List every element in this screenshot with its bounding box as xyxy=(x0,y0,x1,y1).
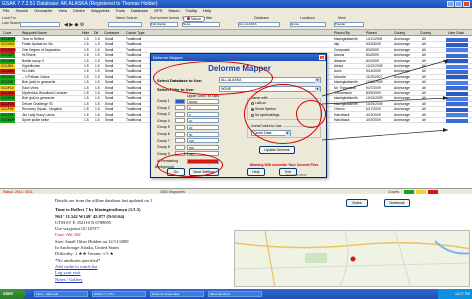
system-clock: 10:27 PM xyxy=(438,289,472,299)
annotation-arrows xyxy=(321,59,449,141)
task-gsak[interactable]: GSAK 7.7.2.51 xyxy=(92,291,146,297)
arrow-head xyxy=(443,60,448,64)
arrow-line xyxy=(321,129,449,141)
task-delorme[interactable]: Delorme Street Atlas xyxy=(150,291,204,297)
taskbar: start Inbox - Microsoft GSAK 7.7.2.51 De… xyxy=(0,289,472,299)
task-inbox[interactable]: Inbox - Microsoft xyxy=(34,291,88,297)
start-button[interactable]: start xyxy=(0,289,26,299)
task-word[interactable]: Microsoft Word xyxy=(208,291,262,297)
arrow-line xyxy=(321,97,449,105)
arrow-head xyxy=(443,128,448,132)
arrow-line xyxy=(321,59,449,97)
arrow-head xyxy=(443,96,448,100)
